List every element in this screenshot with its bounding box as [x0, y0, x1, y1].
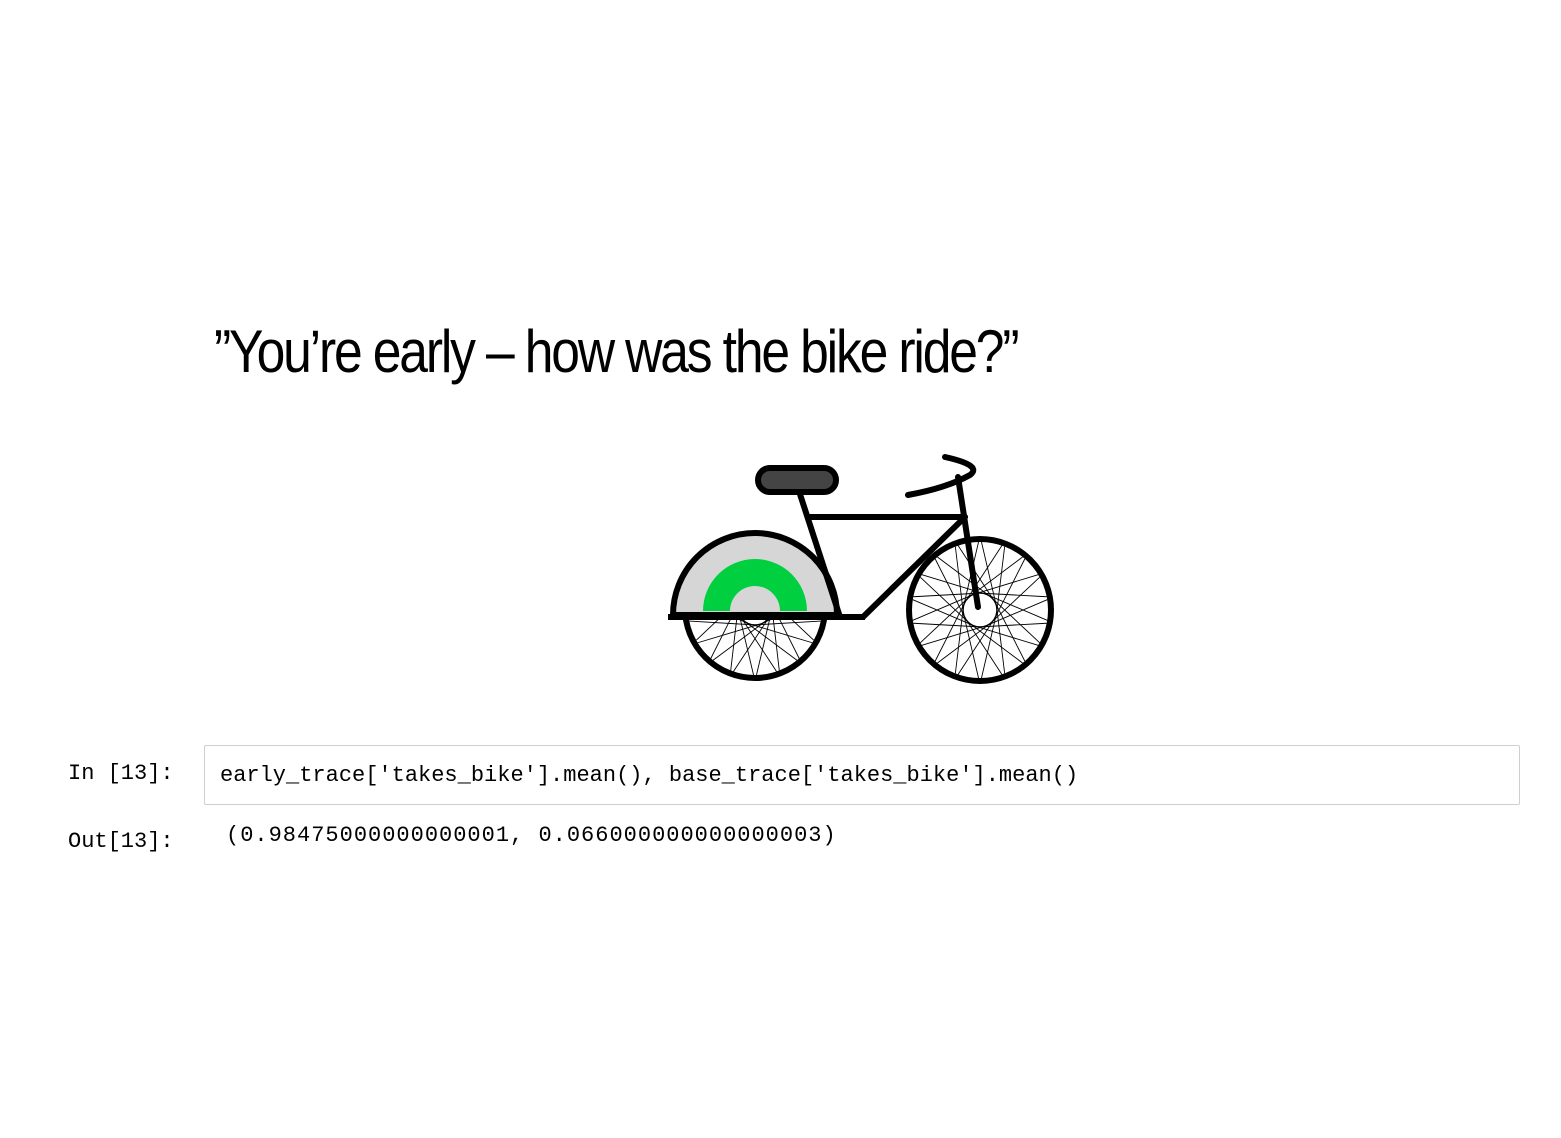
output-prompt: Out[13]:: [68, 829, 174, 854]
bicycle-illustration: [660, 445, 1060, 695]
input-prompt: In [13]:: [68, 761, 174, 786]
slide-heading: ”You’re early – how was the bike ride?”: [214, 318, 1020, 385]
bicycle-icon: [668, 454, 1054, 684]
cell-output: (0.98475000000000001, 0.0660000000000000…: [226, 823, 837, 848]
front-wheel: [906, 536, 1054, 684]
bicycle-seat: [755, 465, 839, 495]
code-input-cell[interactable]: early_trace['takes_bike'].mean(), base_t…: [204, 745, 1520, 805]
